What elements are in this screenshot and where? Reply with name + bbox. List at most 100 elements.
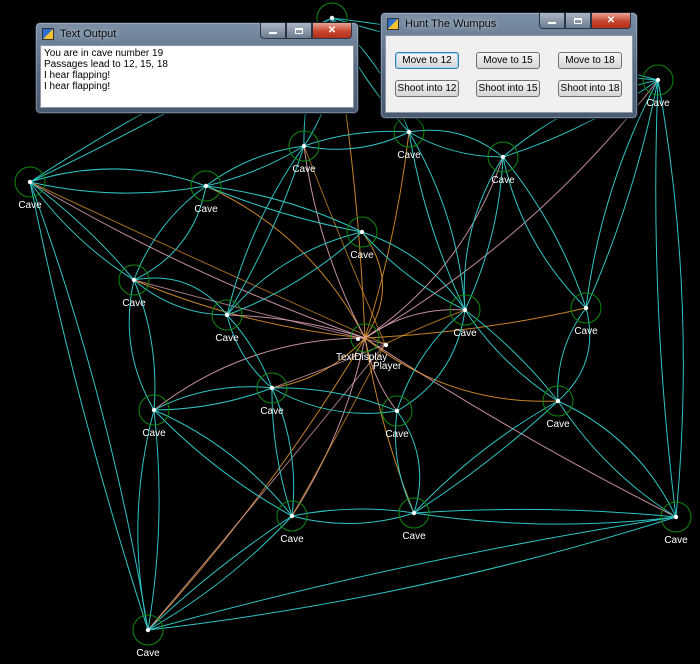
- maximize-button[interactable]: [286, 23, 312, 39]
- cave-node-dot: [301, 143, 307, 149]
- passage-edge: [205, 185, 363, 233]
- passage-edge: [29, 181, 149, 631]
- maximize-icon: [295, 27, 303, 34]
- output-line: I hear flapping!: [44, 70, 111, 81]
- text-display-node: [356, 337, 360, 341]
- cave-node-dot: [27, 179, 33, 185]
- minimize-icon: [548, 22, 556, 24]
- cave-label: Cave: [453, 328, 477, 339]
- cave-node-dot: [359, 229, 365, 235]
- passage-edge: [502, 156, 587, 309]
- cave-node: Cave: [118, 264, 150, 309]
- shoot-into-12-button[interactable]: Shoot into 12: [395, 80, 459, 97]
- move-to-15-button[interactable]: Move to 15: [476, 52, 540, 69]
- cave-node: Cave: [570, 292, 602, 337]
- minimize-button[interactable]: [260, 23, 286, 39]
- cave-label: Cave: [122, 298, 146, 309]
- close-icon: ✕: [327, 25, 337, 36]
- cave-label: Cave: [292, 164, 316, 175]
- passage-edge: [226, 314, 273, 389]
- window-controls: ✕: [539, 13, 631, 29]
- move-to-18-button[interactable]: Move to 18: [558, 52, 622, 69]
- hub-edge: [147, 337, 366, 631]
- output-text-area[interactable]: You are in cave number 19 Passages lead …: [40, 45, 354, 108]
- cave-label: Cave: [136, 648, 160, 659]
- cave-node: Cave: [14, 166, 46, 211]
- cave-node-dot: [406, 129, 412, 135]
- passage-edge: [153, 409, 293, 517]
- cave-node-dot: [289, 513, 295, 519]
- app-icon: [387, 18, 399, 30]
- output-line: Passages lead to 12, 15, 18: [44, 59, 168, 70]
- hub-edge: [271, 337, 366, 389]
- passage-edge: [413, 400, 559, 514]
- player-label: Player: [373, 361, 402, 372]
- cave-label: Cave: [194, 204, 218, 215]
- passage-edge: [557, 400, 677, 518]
- passage-edge: [464, 309, 559, 402]
- cave-label: Cave: [385, 429, 409, 440]
- cave-node: Cave: [211, 299, 243, 344]
- passage-edge: [226, 314, 273, 389]
- passage-edge: [413, 508, 677, 518]
- passage-edge: [657, 79, 684, 518]
- cave-label: Cave: [215, 333, 239, 344]
- passage-edge: [29, 181, 207, 194]
- cave-node: Cave: [449, 294, 481, 339]
- cave-node: Cave: [393, 116, 425, 161]
- passage-edge: [396, 309, 466, 412]
- cave-label: Cave: [646, 98, 670, 109]
- close-button[interactable]: ✕: [312, 23, 352, 39]
- cave-node-dot: [151, 407, 157, 413]
- passage-edge: [396, 309, 466, 412]
- passage-edge: [502, 156, 587, 309]
- passage-edge: [464, 309, 559, 402]
- cave-label: Cave: [397, 150, 421, 161]
- cave-node-dot: [394, 408, 400, 414]
- passage-edge: [271, 387, 398, 412]
- passage-edge: [147, 409, 160, 631]
- player-node[interactable]: [383, 342, 389, 348]
- game-titlebar[interactable]: Hunt The Wumpus ✕: [381, 13, 637, 35]
- text-output-window[interactable]: Text Output ✕ You are in cave number 19 …: [35, 22, 359, 114]
- cave-node-dot: [655, 77, 661, 83]
- game-window[interactable]: Hunt The Wumpus ✕ Move to 12 Move to 15 …: [380, 12, 638, 119]
- shoot-into-18-button[interactable]: Shoot into 18: [558, 80, 622, 97]
- move-to-12-button[interactable]: Move to 12: [395, 52, 459, 69]
- cave-node: Cave: [398, 497, 430, 542]
- passage-edge: [291, 508, 415, 517]
- cave-label: Cave: [18, 200, 42, 211]
- cave-node: Cave: [190, 170, 222, 215]
- cave-node: Cave: [381, 395, 413, 440]
- maximize-button[interactable]: [565, 13, 591, 29]
- passage-edge: [137, 409, 155, 631]
- cave-node-dot: [555, 398, 561, 404]
- window-title: Hunt The Wumpus: [405, 18, 497, 30]
- passage-edge: [413, 400, 559, 514]
- passage-edge: [153, 409, 293, 517]
- text-output-titlebar[interactable]: Text Output ✕: [36, 23, 358, 45]
- cave-label: Cave: [664, 535, 688, 546]
- hub-edge: [303, 145, 386, 345]
- cave-label: Cave: [260, 406, 284, 417]
- passage-edge: [133, 185, 207, 281]
- passage-edge: [557, 400, 677, 518]
- hub-edge: [133, 279, 386, 345]
- cave-label: Cave: [350, 250, 374, 261]
- cave-node-dot: [203, 183, 209, 189]
- shoot-into-15-button[interactable]: Shoot into 15: [476, 80, 540, 97]
- hub-edge: [361, 231, 383, 339]
- passage-edge: [133, 185, 207, 281]
- cave-label: Cave: [574, 326, 598, 337]
- minimize-icon: [269, 32, 277, 34]
- close-icon: ✕: [606, 15, 616, 26]
- output-line: You are in cave number 19: [44, 48, 164, 59]
- hub-edge: [364, 337, 677, 518]
- cave-node-dot: [145, 627, 151, 633]
- cave-label: Cave: [546, 419, 570, 430]
- maximize-icon: [574, 17, 582, 24]
- cave-node: Cave: [132, 614, 164, 659]
- close-button[interactable]: ✕: [591, 13, 631, 29]
- window-title: Text Output: [60, 28, 117, 40]
- minimize-button[interactable]: [539, 13, 565, 29]
